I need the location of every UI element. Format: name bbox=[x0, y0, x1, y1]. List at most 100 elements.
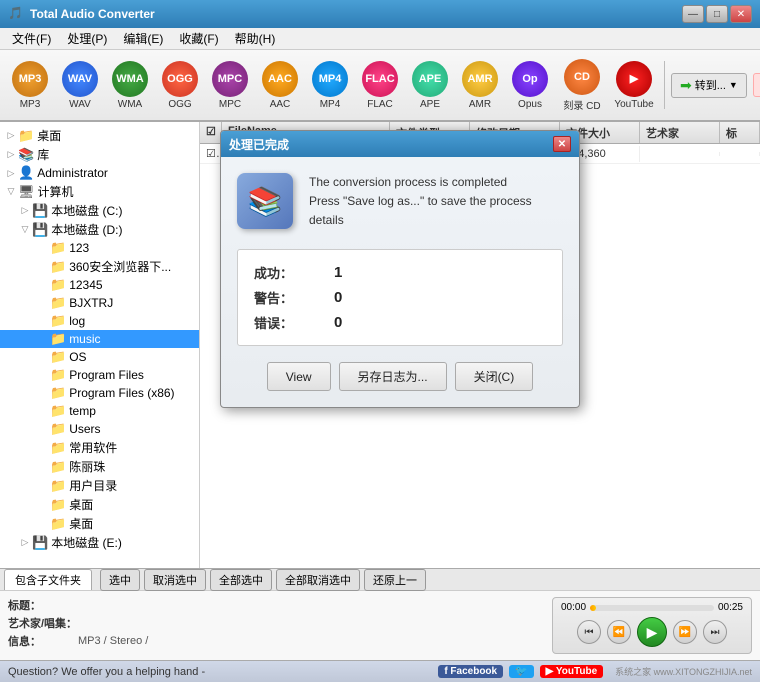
sidebar-item-temp[interactable]: 📁 temp bbox=[0, 402, 199, 420]
sidebar-item-123[interactable]: 📁 123 bbox=[0, 239, 199, 257]
facebook-button[interactable]: f Facebook bbox=[438, 665, 503, 678]
sidebar-item-desktop[interactable]: ▷ 📁 桌面 bbox=[0, 126, 199, 145]
toolbar-ape[interactable]: APE APE bbox=[406, 53, 454, 117]
menu-edit[interactable]: 编辑(E) bbox=[115, 28, 171, 49]
toolbar-wma[interactable]: WMA WMA bbox=[106, 53, 154, 117]
dialog-message-line1: The conversion process is completed bbox=[309, 173, 532, 192]
sidebar-item-program-files-x86[interactable]: 📁 Program Files (x86) bbox=[0, 384, 199, 402]
bottom-panel: 包含子文件夹 选中 取消选中 全部选中 全部取消选中 还原上一 bbox=[0, 568, 760, 590]
sidebar-item-userdir[interactable]: 📁 用户目录 bbox=[0, 476, 199, 495]
col-check-header[interactable]: ☑ bbox=[200, 122, 222, 143]
restore-button[interactable]: 还原上一 bbox=[364, 569, 426, 591]
mp4-label: MP4 bbox=[320, 99, 341, 110]
save-log-button[interactable]: 另存日志为... bbox=[339, 362, 447, 391]
folder-icon: 📁 bbox=[50, 349, 66, 365]
sidebar-item-os[interactable]: 📁 OS bbox=[0, 348, 199, 366]
row-tag bbox=[720, 152, 760, 156]
youtube-icon: ▶ bbox=[616, 61, 652, 97]
stat-error-row: 错误： 0 bbox=[254, 310, 546, 335]
deselect-all-button[interactable]: 全部取消选中 bbox=[276, 569, 360, 591]
stat-warning-row: 警告： 0 bbox=[254, 285, 546, 310]
player-controls: ⏮ ⏪ ▶ ⏩ ⏭ bbox=[561, 617, 743, 647]
toolbar-youtube[interactable]: ▶ YouTube bbox=[610, 53, 658, 117]
expand-icon: ▷ bbox=[18, 537, 32, 548]
player-prev-button[interactable]: ⏮ bbox=[577, 620, 601, 644]
toolbar-cd[interactable]: CD 刻录 CD bbox=[556, 53, 608, 117]
cd-icon: CD bbox=[564, 59, 600, 95]
toolbar-separator-1 bbox=[664, 61, 665, 109]
toolbar-flac[interactable]: FLAC FLAC bbox=[356, 53, 404, 117]
toolbar-ogg[interactable]: OGG OGG bbox=[156, 53, 204, 117]
aac-icon: AAC bbox=[262, 61, 298, 97]
close-dialog-button[interactable]: 关闭(C) bbox=[455, 362, 534, 391]
dropdown-icon: ▼ bbox=[729, 80, 738, 90]
select-all-button[interactable]: 全部选中 bbox=[210, 569, 272, 591]
toolbar-amr[interactable]: AMR AMR bbox=[456, 53, 504, 117]
dialog-top: 📚 The conversion process is completed Pr… bbox=[237, 173, 563, 233]
status-social: f Facebook 🐦 ▶ YouTube bbox=[438, 665, 603, 678]
folder-icon: 📁 bbox=[50, 313, 66, 329]
sidebar-item-bjxtrj[interactable]: 📁 BJXTRJ bbox=[0, 294, 199, 312]
add-bookmark-button[interactable]: ♥ 添加收藏 bbox=[753, 73, 760, 97]
info-title-row: 标题： bbox=[8, 597, 542, 613]
ape-label: APE bbox=[420, 99, 440, 110]
select-button[interactable]: 选中 bbox=[100, 569, 140, 591]
wav-label: WAV bbox=[69, 99, 91, 110]
youtube-status-button[interactable]: ▶ YouTube bbox=[540, 665, 604, 678]
toolbar-aac[interactable]: AAC AAC bbox=[256, 53, 304, 117]
toolbar-wav[interactable]: WAV WAV bbox=[56, 53, 104, 117]
minimize-button[interactable]: — bbox=[682, 5, 704, 23]
menu-favorites[interactable]: 收藏(F) bbox=[171, 28, 226, 49]
tab-subfolder[interactable]: 包含子文件夹 bbox=[4, 569, 92, 590]
deselect-button[interactable]: 取消选中 bbox=[144, 569, 206, 591]
amr-label: AMR bbox=[469, 99, 491, 110]
dialog-body: 📚 The conversion process is completed Pr… bbox=[221, 157, 579, 407]
sidebar-item-log[interactable]: 📁 log bbox=[0, 312, 199, 330]
sidebar-item-computer[interactable]: ▽ 🖥 计算机 bbox=[0, 182, 199, 201]
sidebar-item-common-soft[interactable]: 📁 常用软件 bbox=[0, 438, 199, 457]
sidebar-item-12345[interactable]: 📁 12345 bbox=[0, 276, 199, 294]
sidebar-item-chen[interactable]: 📁 陈丽珠 bbox=[0, 457, 199, 476]
stat-success-value: 1 bbox=[334, 264, 342, 281]
convert-to-button[interactable]: ➡ 转到... ▼ bbox=[671, 73, 747, 98]
sidebar-item-library[interactable]: ▷ 📚 库 bbox=[0, 145, 199, 164]
dialog-message-line3: details bbox=[309, 211, 532, 230]
sidebar-tree: ▷ 📁 桌面 ▷ 📚 库 ▷ 👤 Administrator ▽ 🖥 计算机 ▷… bbox=[0, 122, 200, 568]
sidebar-item-360[interactable]: 📁 360安全浏览器下... bbox=[0, 257, 199, 276]
folder-icon: 📁 bbox=[50, 259, 66, 275]
col-artist-header[interactable]: 艺术家 bbox=[640, 122, 720, 143]
maximize-button[interactable]: □ bbox=[706, 5, 728, 23]
close-button[interactable]: ✕ bbox=[730, 5, 752, 23]
player-rewind-button[interactable]: ⏪ bbox=[607, 620, 631, 644]
toolbar-mp3[interactable]: MP3 MP3 bbox=[6, 53, 54, 117]
drive-icon: 💾 bbox=[32, 203, 48, 219]
sidebar-item-music[interactable]: 📁 music bbox=[0, 330, 199, 348]
sidebar-item-drive-c[interactable]: ▷ 💾 本地磁盘 (C:) bbox=[0, 201, 199, 220]
dialog-completion-icon: 📚 bbox=[237, 173, 293, 229]
player-play-button[interactable]: ▶ bbox=[637, 617, 667, 647]
toolbar-opus[interactable]: Op Opus bbox=[506, 53, 554, 117]
arrow-icon: ➡ bbox=[680, 77, 692, 94]
sidebar-item-administrator[interactable]: ▷ 👤 Administrator bbox=[0, 164, 199, 182]
menu-process[interactable]: 处理(P) bbox=[59, 28, 115, 49]
toolbar-mp4[interactable]: MP4 MP4 bbox=[306, 53, 354, 117]
twitter-button[interactable]: 🐦 bbox=[509, 665, 533, 678]
dialog-close-icon-btn[interactable]: ✕ bbox=[553, 136, 571, 152]
col-tag-header[interactable]: 标 bbox=[720, 122, 760, 143]
sidebar-item-desktop2[interactable]: 📁 桌面 bbox=[0, 495, 199, 514]
menu-help[interactable]: 帮助(H) bbox=[227, 28, 284, 49]
sidebar-item-users[interactable]: 📁 Users bbox=[0, 420, 199, 438]
player-next-button[interactable]: ⏭ bbox=[703, 620, 727, 644]
view-button[interactable]: View bbox=[267, 362, 331, 391]
player-track[interactable] bbox=[590, 605, 714, 611]
menu-file[interactable]: 文件(F) bbox=[4, 28, 59, 49]
player-forward-button[interactable]: ⏩ bbox=[673, 620, 697, 644]
sidebar-item-desktop3[interactable]: 📁 桌面 bbox=[0, 514, 199, 533]
sidebar-item-drive-d[interactable]: ▽ 💾 本地磁盘 (D:) bbox=[0, 220, 199, 239]
row-check[interactable]: ☑ bbox=[200, 145, 222, 162]
dialog-message: The conversion process is completed Pres… bbox=[309, 173, 532, 233]
folder-icon: 📁 bbox=[50, 403, 66, 419]
sidebar-item-drive-e[interactable]: ▷ 💾 本地磁盘 (E:) bbox=[0, 533, 199, 552]
sidebar-item-program-files[interactable]: 📁 Program Files bbox=[0, 366, 199, 384]
toolbar-mpc[interactable]: MPC MPC bbox=[206, 53, 254, 117]
